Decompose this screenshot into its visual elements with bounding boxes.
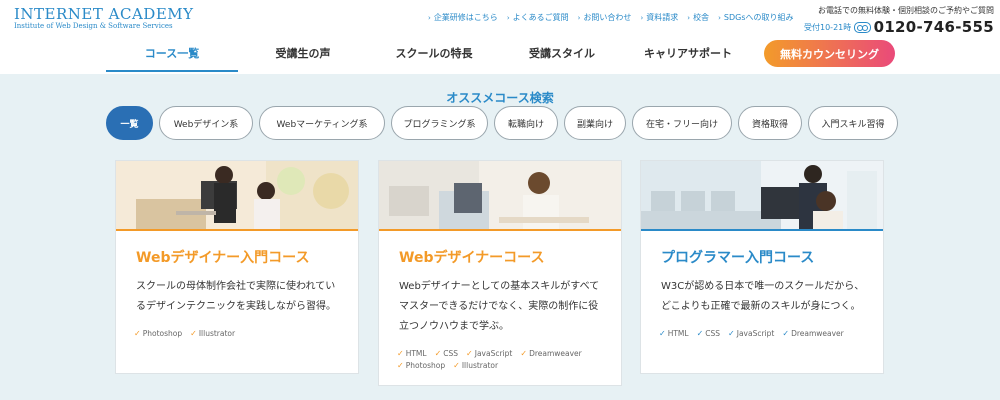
check-icon: ✓ (397, 349, 404, 358)
course-tags: ✓ HTML ✓ CSS ✓ JavaScript ✓ Dreamweaver ✓ Pho… (397, 349, 607, 373)
course-photo-web-designer (379, 161, 621, 231)
site-header: INTERNET ACADEMY Institute of Web Design… (0, 0, 1000, 74)
course-tags: ✓ HTML ✓ CSS ✓ JavaScript ✓ Dreamweaver (659, 329, 869, 341)
filter-side-job[interactable]: 副業向け (564, 106, 626, 140)
filter-certification[interactable]: 資格取得 (738, 106, 802, 140)
chevron-right-icon: › (640, 14, 644, 22)
course-photo-web-designer-intro (116, 161, 358, 231)
filter-remote-freelance[interactable]: 在宅・フリー向け (632, 106, 732, 140)
free-dial-icon (854, 21, 871, 33)
nav-student-voices[interactable]: 受講生の声 (238, 36, 368, 72)
filter-beginner-skills[interactable]: 入門スキル習得 (808, 106, 898, 140)
check-icon: ✓ (782, 329, 790, 338)
utility-link-sdgs[interactable]: › SDGsへの取り組み (718, 12, 793, 23)
phone-row[interactable]: 受付10-21時 0120-746-555 (804, 18, 994, 36)
course-description: W3Cが認める日本で唯一のスクールだから、どこよりも正確で最新のスキルが身につく… (661, 281, 865, 312)
check-icon: ✓ (190, 329, 197, 338)
check-icon: ✓ (434, 349, 442, 358)
course-filter-bar: 一覧 Webデザイン系 Webマーケティング系 プログラミング系 転職向け 副業… (106, 106, 898, 140)
utility-link-faq[interactable]: › よくあるご質問 (507, 12, 569, 23)
filter-web-marketing[interactable]: Webマーケティング系 (259, 106, 385, 140)
check-icon: ✓ (696, 329, 704, 338)
free-counseling-button[interactable]: 無料カウンセリング (764, 40, 895, 67)
course-tags: ✓ Photoshop ✓ Illustrator (134, 329, 344, 341)
course-card-programmer-intro[interactable]: プログラマー入門コース W3Cが認める日本で唯一のスクールだから、どこよりも正確… (640, 160, 884, 374)
main-nav: コース一覧 受講生の声 スクールの特長 受講スタイル キャリアサポート (106, 36, 752, 73)
check-icon: ✓ (466, 349, 473, 358)
check-icon: ✓ (728, 329, 735, 338)
phone-hours: 受付10-21時 (804, 22, 852, 32)
phone-contact: お電話での無料体験・個別相談のご予約やご質問 受付10-21時 0120-746… (804, 5, 994, 36)
course-tag: ✓ Illustrator (453, 361, 499, 370)
course-tag: ✓ Photoshop (397, 361, 446, 370)
nav-school-features[interactable]: スクールの特長 (368, 36, 500, 72)
course-description: スクールの母体制作会社で実際に使われているデザインテクニックを実践しながら習得。 (136, 281, 336, 312)
chevron-right-icon: › (577, 14, 581, 22)
course-card-web-designer[interactable]: Webデザイナーコース Webデザイナーとしての基本スキルがすべてマスターできる… (378, 160, 622, 386)
check-icon: ✓ (659, 329, 666, 338)
logo-subtitle: Institute of Web Design & Software Servi… (14, 22, 173, 30)
course-tag: ✓ HTML (659, 329, 689, 338)
phone-number: 0120-746-555 (873, 18, 994, 36)
check-icon: ✓ (453, 361, 460, 370)
course-card-web-designer-intro[interactable]: Webデザイナー入門コース スクールの母体制作会社で実際に使われているデザインテ… (115, 160, 359, 374)
utility-link-brochure[interactable]: › 資料請求 (640, 12, 678, 23)
course-title: Webデザイナーコース (399, 250, 545, 266)
course-title: Webデザイナー入門コース (136, 250, 310, 266)
chevron-right-icon: › (687, 14, 691, 22)
course-description: Webデザイナーとしての基本スキルがすべてマスターできるだけでなく、実際の制作に… (399, 281, 600, 332)
check-icon: ✓ (520, 349, 528, 358)
filter-career-change[interactable]: 転職向け (494, 106, 558, 140)
utility-link-corporate[interactable]: › 企業研修はこちら (428, 12, 498, 23)
course-tag: ✓ HTML (397, 349, 427, 358)
course-search-title: オススメコース検索 (446, 91, 554, 105)
check-icon: ✓ (397, 361, 404, 370)
filter-all[interactable]: 一覧 (106, 106, 153, 140)
course-tag: ✓ CSS (696, 329, 721, 338)
utility-link-contact[interactable]: › お問い合わせ (578, 12, 632, 23)
utility-nav: › 企業研修はこちら › よくあるご質問 › お問い合わせ › 資料請求 › 校舎 › SD… (428, 12, 802, 23)
site-logo[interactable]: INTERNET ACADEMY Institute of Web Design… (14, 6, 194, 31)
check-icon: ✓ (134, 329, 141, 338)
chevron-right-icon: › (506, 14, 510, 22)
course-tag: ✓ JavaScript (466, 349, 513, 358)
chevron-right-icon: › (428, 14, 431, 22)
nav-learning-style[interactable]: 受講スタイル (500, 36, 624, 72)
course-tag: ✓ Photoshop (134, 329, 183, 338)
phone-note: お電話での無料体験・個別相談のご予約やご質問 (818, 6, 994, 15)
course-title: プログラマー入門コース (661, 250, 815, 266)
filter-programming[interactable]: プログラミング系 (391, 106, 488, 140)
course-tag: ✓ Dreamweaver (520, 349, 582, 358)
logo-title: INTERNET ACADEMY (14, 5, 194, 23)
utility-link-campus[interactable]: › 校舎 (687, 12, 709, 23)
chevron-right-icon: › (718, 14, 721, 22)
nav-courses[interactable]: コース一覧 (106, 36, 238, 72)
course-tag: ✓ JavaScript (728, 329, 775, 338)
course-tag: ✓ Dreamweaver (782, 329, 844, 338)
filter-web-design[interactable]: Webデザイン系 (159, 106, 253, 140)
course-tag: ✓ Illustrator (190, 329, 236, 338)
nav-career-support[interactable]: キャリアサポート (624, 36, 752, 72)
course-tag: ✓ CSS (434, 349, 459, 358)
course-photo-programmer-intro (641, 161, 883, 231)
